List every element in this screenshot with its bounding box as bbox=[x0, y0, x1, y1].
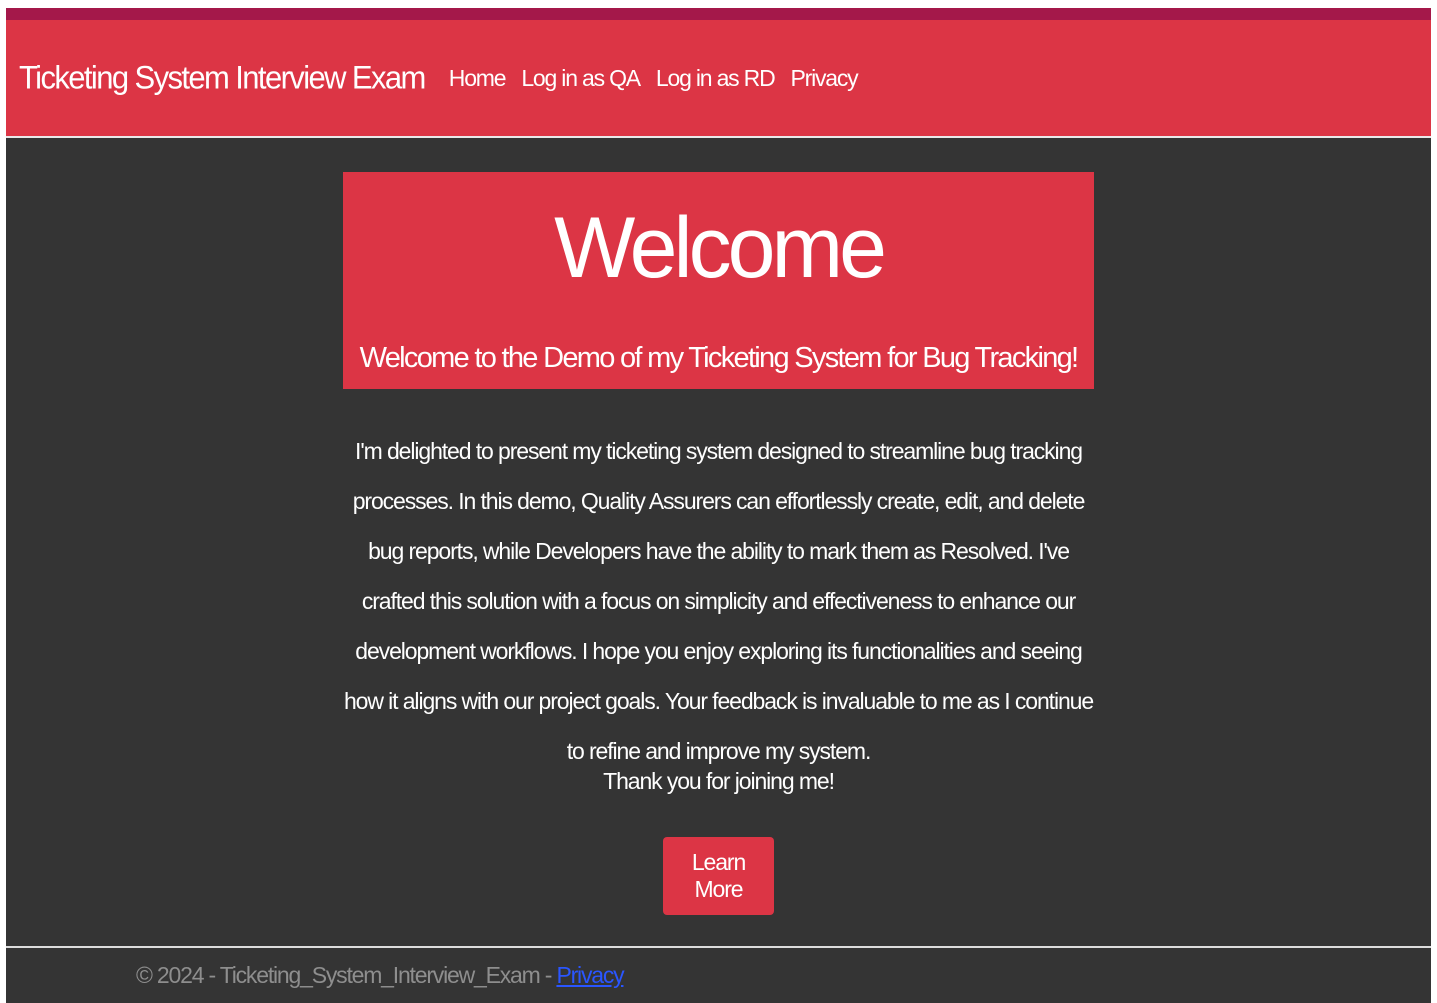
page-frame: Ticketing System Interview Exam Home Log… bbox=[6, 8, 1431, 1003]
intro-section: I'm delighted to present my ticketing sy… bbox=[343, 426, 1094, 776]
top-accent-strip bbox=[6, 8, 1431, 20]
nav-link-home[interactable]: Home bbox=[449, 65, 507, 92]
footer-copyright: © 2024 - Ticketing_System_Interview_Exam… bbox=[136, 962, 557, 988]
footer: © 2024 - Ticketing_System_Interview_Exam… bbox=[6, 946, 1431, 1003]
footer-text: © 2024 - Ticketing_System_Interview_Exam… bbox=[136, 962, 625, 989]
learn-more-button[interactable]: Learn More bbox=[663, 837, 774, 915]
nav-link-login-rd[interactable]: Log in as RD bbox=[656, 65, 776, 92]
intro-paragraph: I'm delighted to present my ticketing sy… bbox=[343, 438, 1094, 764]
hero-banner: Welcome Welcome to the Demo of my Ticket… bbox=[343, 172, 1094, 389]
hero-title: Welcome bbox=[554, 200, 887, 296]
hero-subtitle: Welcome to the Demo of my Ticketing Syst… bbox=[359, 342, 1080, 374]
footer-privacy-link[interactable]: Privacy bbox=[556, 962, 624, 988]
nav-link-login-qa[interactable]: Log in as QA bbox=[521, 65, 641, 92]
nav-links: Home Log in as QA Log in as RD Privacy bbox=[449, 65, 874, 92]
brand-link[interactable]: Ticketing System Interview Exam bbox=[19, 59, 426, 97]
navbar: Ticketing System Interview Exam Home Log… bbox=[6, 20, 1431, 138]
nav-link-privacy[interactable]: Privacy bbox=[790, 65, 858, 92]
thanks-text: Thank you for joining me! bbox=[603, 768, 835, 794]
